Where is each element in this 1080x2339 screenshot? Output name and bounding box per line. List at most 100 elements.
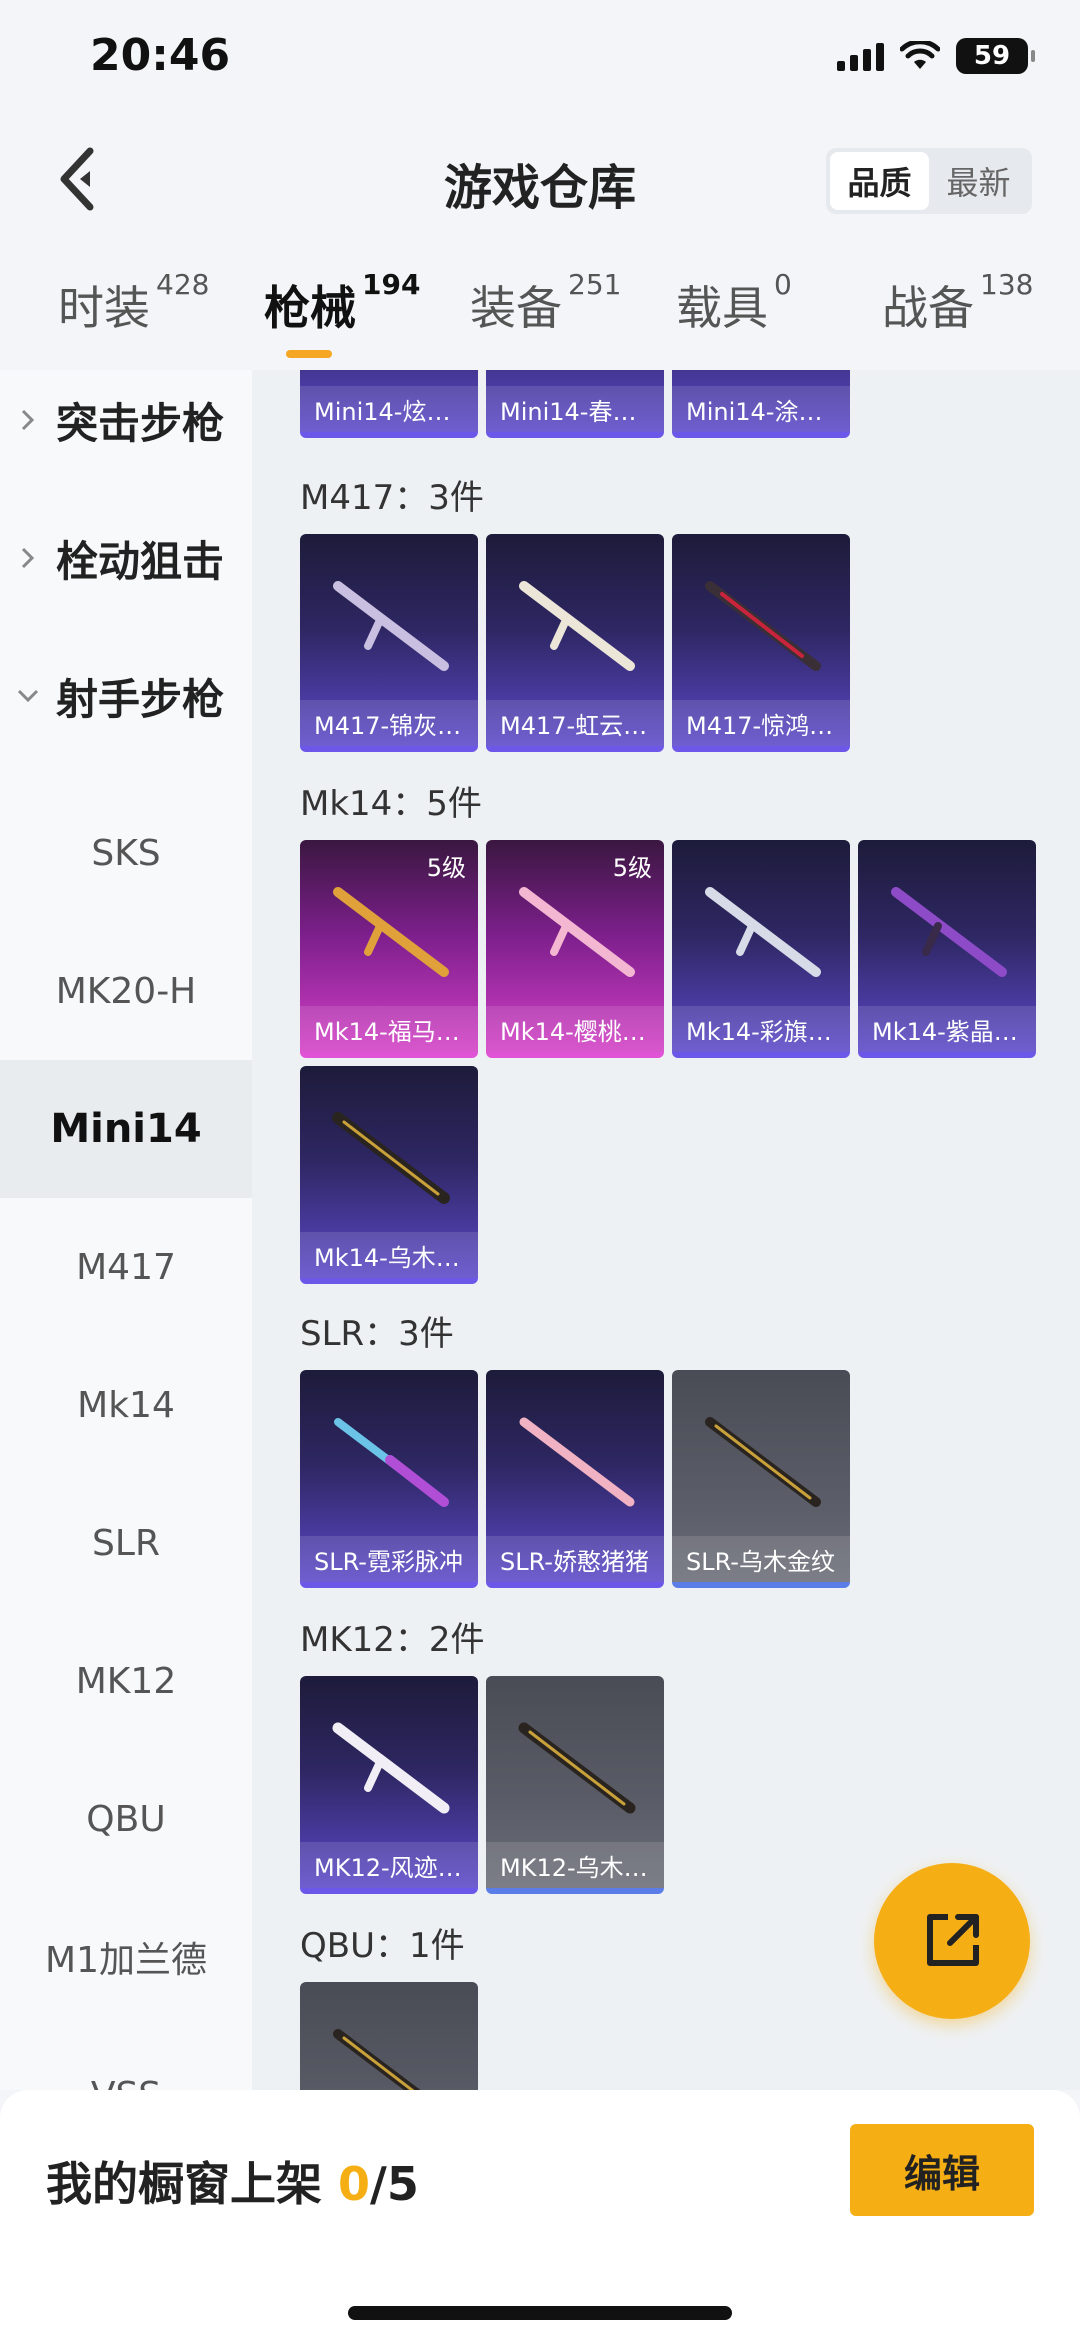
rifle-icon — [705, 581, 821, 671]
item-card[interactable]: MK12-风迹… — [300, 1676, 478, 1894]
item-name: Mk14-紫晶… — [858, 1006, 1036, 1052]
item-card[interactable]: SLR-娇憨猪猪 — [486, 1370, 664, 1588]
sidebar-item-vss[interactable]: VSS — [0, 2026, 252, 2091]
item-card[interactable]: M417-惊鸿… — [672, 534, 850, 752]
sort-quality-button[interactable]: 品质 — [830, 152, 929, 210]
section-title-m417: M417：3件 — [300, 478, 484, 518]
sort-toggle: 品质 最新 — [826, 148, 1032, 214]
edit-button[interactable]: 编辑 — [850, 2124, 1034, 2216]
tab-count: 138 — [980, 268, 1034, 301]
back-button[interactable] — [48, 144, 108, 214]
rifle-icon — [333, 887, 449, 977]
rifle-icon — [519, 1417, 635, 1507]
item-card[interactable]: Mk14-乌木… — [300, 1066, 478, 1284]
item-name: Mini14-炫… — [300, 386, 478, 432]
home-indicator[interactable] — [348, 2306, 732, 2320]
item-card[interactable]: SLR-霓彩脉冲 — [300, 1370, 478, 1588]
section-title-mk14: Mk14：5件 — [300, 784, 482, 824]
tab-supplies[interactable]: 战备 138 — [882, 268, 1033, 338]
tab-count: 0 — [774, 268, 792, 301]
bottom-bar: 我的橱窗上架 0/5 编辑 — [0, 2090, 1080, 2339]
sort-newest-button[interactable]: 最新 — [929, 152, 1028, 210]
sidebar-item-mk20h[interactable]: MK20-H — [0, 922, 252, 1060]
battery-icon: 59 — [956, 38, 1035, 74]
tab-vehicles[interactable]: 载具 0 — [676, 268, 792, 338]
item-name: MK12-风迹… — [300, 1842, 478, 1888]
rifle-icon — [518, 1722, 636, 1814]
chevron-right-icon — [21, 547, 35, 569]
item-name: SLR-娇憨猪猪 — [486, 1536, 664, 1582]
item-name: SLR-霓彩脉冲 — [300, 1536, 478, 1582]
item-name: Mk14-乌木… — [300, 1232, 478, 1278]
chevron-down-icon — [17, 689, 39, 703]
sidebar: 突击步枪 栓动狙击 射手步枪 SKS MK20-H Mini14 M417 Mk… — [0, 370, 252, 2090]
item-card[interactable]: Mini14-涂… — [672, 370, 850, 438]
signal-icon — [837, 41, 884, 71]
sidebar-group-bolt-sniper[interactable]: 栓动狙击 — [0, 508, 252, 608]
item-card[interactable]: 5级 Mk14-福马… — [300, 840, 478, 1058]
sidebar-item-m1-garand[interactable]: M1加兰德 — [0, 1888, 252, 2026]
item-card[interactable]: SLR-乌木金纹 — [672, 1370, 850, 1588]
section-title-slr: SLR：3件 — [300, 1314, 454, 1354]
item-name: M417-惊鸿… — [672, 700, 850, 746]
sidebar-group-assault-rifle[interactable]: 突击步枪 — [0, 370, 252, 470]
showcase-current-count: 0 — [338, 2157, 371, 2211]
item-card[interactable]: Mk14-紫晶… — [858, 840, 1036, 1058]
item-name: M417-锦灰… — [300, 700, 478, 746]
active-tab-indicator — [286, 350, 332, 358]
item-card[interactable]: Mini14-炫… — [300, 370, 478, 438]
item-card[interactable] — [300, 1982, 478, 2090]
item-name: MK12-乌木… — [486, 1842, 664, 1888]
share-button[interactable] — [874, 1863, 1030, 2019]
section-title-mk12: MK12：2件 — [300, 1620, 485, 1660]
sidebar-group-label: 射手步枪 — [56, 674, 225, 724]
item-card[interactable]: Mk14-彩旗… — [672, 840, 850, 1058]
rifle-icon — [891, 887, 1007, 977]
showcase-label: 我的橱窗上架 — [46, 2157, 322, 2211]
tab-count: 428 — [156, 268, 210, 301]
tab-count: 194 — [362, 268, 421, 301]
item-card[interactable]: M417-虹云… — [486, 534, 664, 752]
sidebar-group-label: 栓动狙击 — [56, 536, 225, 586]
item-card[interactable]: Mini14-春… — [486, 370, 664, 438]
tab-label: 战备 — [882, 281, 974, 335]
status-icons: 59 — [837, 38, 1035, 74]
sidebar-item-mk12[interactable]: MK12 — [0, 1612, 252, 1750]
tab-label: 枪械 — [264, 281, 356, 335]
sidebar-group-marksman-rifle[interactable]: 射手步枪 — [0, 646, 252, 746]
chevron-left-icon — [60, 147, 94, 211]
sidebar-item-mini14[interactable]: Mini14 — [0, 1060, 252, 1198]
rifle-icon — [332, 1112, 450, 1204]
tab-guns[interactable]: 枪械 194 — [264, 268, 420, 338]
showcase-status: 我的橱窗上架 0/5 — [46, 2148, 419, 2214]
showcase-total: /5 — [370, 2157, 419, 2211]
rifle-icon — [332, 1722, 450, 1814]
rifle-icon — [519, 887, 635, 977]
sidebar-item-m417[interactable]: M417 — [0, 1198, 252, 1336]
sidebar-item-sks[interactable]: SKS — [0, 784, 252, 922]
tab-equipment[interactable]: 装备 251 — [470, 268, 621, 338]
rifle-icon — [705, 887, 821, 977]
item-name: SLR-乌木金纹 — [672, 1536, 850, 1582]
rifle-icon — [705, 1417, 821, 1507]
sidebar-item-mk14[interactable]: Mk14 — [0, 1336, 252, 1474]
item-card[interactable]: 5级 Mk14-樱桃… — [486, 840, 664, 1058]
item-name: Mini14-春… — [486, 386, 664, 432]
sidebar-item-slr[interactable]: SLR — [0, 1474, 252, 1612]
item-grid: Mini14-炫… Mini14-春… Mini14-涂… M417：3件 M4… — [252, 370, 1080, 2090]
category-tabs: 时装 428 枪械 194 装备 251 载具 0 战备 138 — [0, 250, 1080, 370]
item-name: Mini14-涂… — [672, 386, 850, 432]
item-name: Mk14-福马… — [300, 1006, 478, 1052]
sidebar-item-qbu[interactable]: QBU — [0, 1750, 252, 1888]
external-link-icon — [927, 1914, 979, 1966]
tab-label: 载具 — [676, 281, 768, 335]
rifle-icon — [334, 1418, 449, 1507]
rifle-icon — [333, 2029, 421, 2090]
item-card[interactable]: M417-锦灰… — [300, 534, 478, 752]
tab-count: 251 — [568, 268, 622, 301]
rifle-icon — [519, 581, 635, 671]
item-card[interactable]: MK12-乌木… — [486, 1676, 664, 1894]
tab-fashion[interactable]: 时装 428 — [58, 268, 209, 338]
header: 游戏仓库 品质 最新 — [0, 120, 1080, 240]
item-name: M417-虹云… — [486, 700, 664, 746]
